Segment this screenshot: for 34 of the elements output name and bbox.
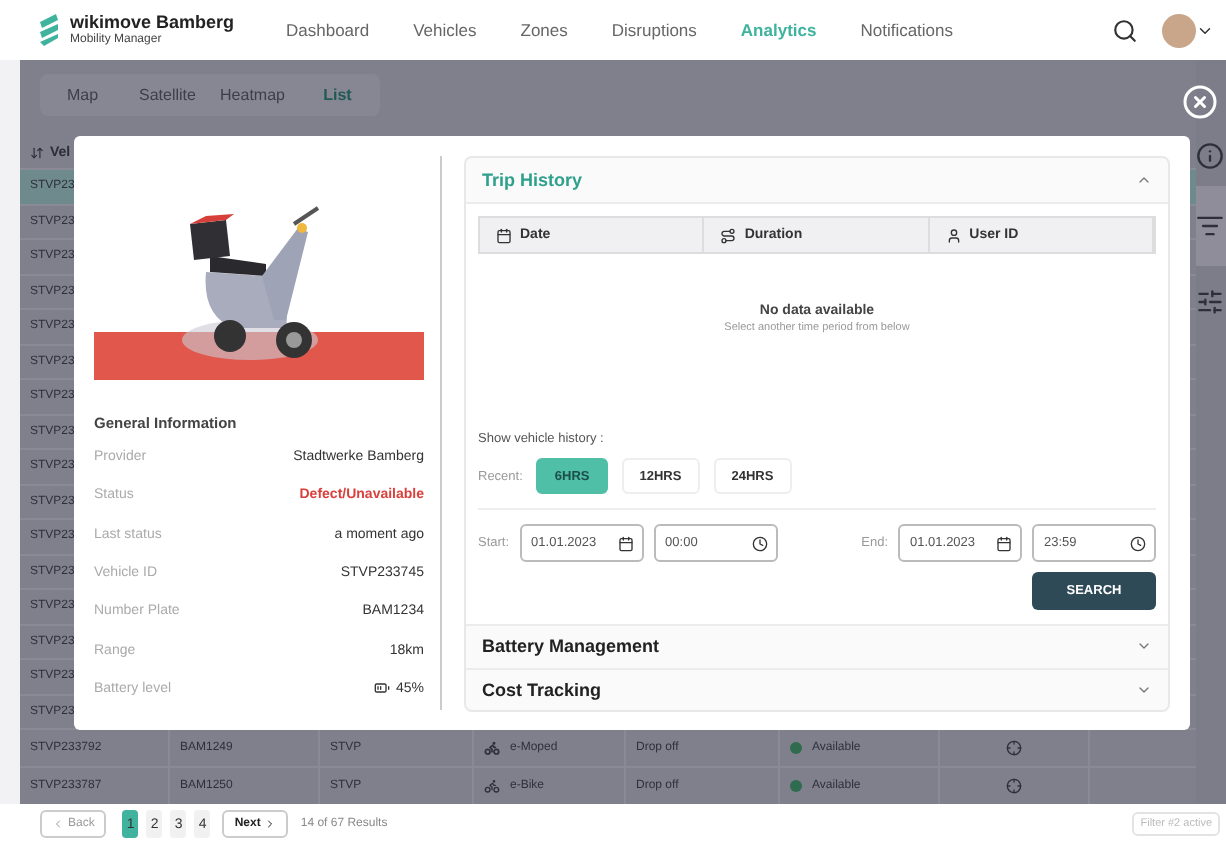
nav-link[interactable]: Zones (520, 20, 568, 40)
info-icon[interactable] (1196, 142, 1224, 170)
nav-link[interactable]: Notifications (860, 20, 954, 40)
locate-icon[interactable] (1006, 778, 1022, 794)
clock-icon (751, 535, 768, 551)
calendar-icon (617, 535, 634, 551)
clock-icon (1130, 535, 1146, 551)
filter-icon[interactable] (1196, 212, 1224, 240)
accordion-header[interactable]: Battery Management (466, 624, 1168, 667)
logo-icon (36, 13, 62, 46)
settings-sliders-icon[interactable] (1196, 288, 1224, 316)
close-icon[interactable] (1182, 84, 1218, 120)
user-icon (945, 227, 962, 243)
sort-icon[interactable] (30, 145, 44, 159)
chevron-right-icon (264, 818, 277, 830)
accordion-header[interactable]: Cost Tracking (466, 667, 1168, 710)
view-tab[interactable]: Map (40, 74, 125, 116)
view-tab[interactable]: Satellite (125, 74, 210, 116)
nav-link[interactable]: Dashboard (286, 20, 370, 40)
accordion-title: Cost Tracking (482, 679, 602, 700)
accordion-title: Trip History (482, 170, 583, 190)
chevron-up-icon (1136, 172, 1152, 188)
accordion-title: Battery Management (482, 636, 660, 657)
calendar-icon (496, 227, 512, 243)
nav-link[interactable]: Disruptions (611, 20, 697, 40)
route-icon (720, 227, 737, 243)
nav-link[interactable]: Vehicles (413, 20, 477, 40)
accordion-header[interactable]: Trip History (466, 158, 1168, 202)
search-icon[interactable] (1112, 17, 1138, 43)
brand-name: wikimove Bamberg (70, 13, 235, 33)
chevron-left-icon (52, 818, 64, 830)
locate-icon[interactable] (1006, 740, 1022, 756)
calendar-icon (996, 535, 1012, 551)
battery-icon (373, 680, 390, 697)
